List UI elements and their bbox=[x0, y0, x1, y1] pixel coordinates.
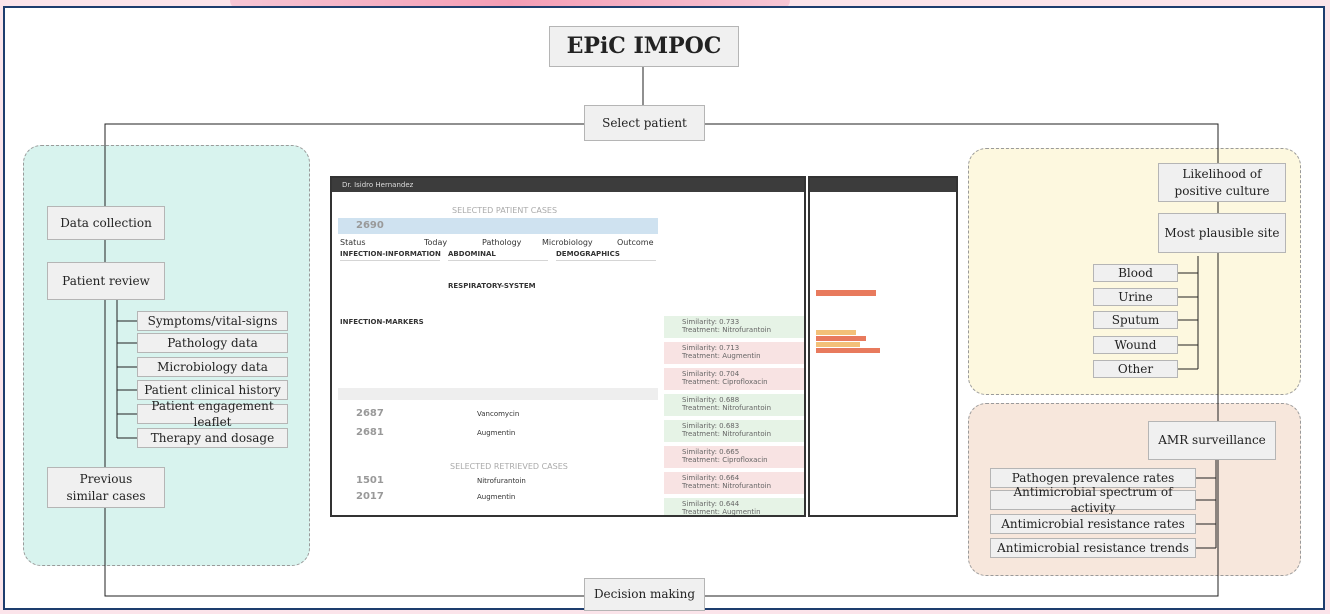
tab-microbiology: Microbiology bbox=[542, 238, 593, 247]
site-sputum: Sputum bbox=[1093, 311, 1178, 329]
retrieved-header: SELECTED RETRIEVED CASES bbox=[450, 462, 568, 471]
site-blood: Blood bbox=[1093, 264, 1178, 282]
treatment: Treatment: Augmentin bbox=[682, 508, 761, 516]
similarity: Similarity: 0.704 bbox=[682, 370, 740, 378]
case-id: 2681 bbox=[356, 427, 384, 438]
search-bar bbox=[338, 388, 658, 400]
bar-mark bbox=[816, 336, 866, 341]
similarity: Similarity: 0.644 bbox=[682, 500, 740, 508]
case-drug: Augmentin bbox=[477, 429, 516, 437]
review-item-pathology: Pathology data bbox=[137, 333, 288, 353]
treatment: Treatment: Ciprofloxacin bbox=[682, 456, 768, 464]
similarity: Similarity: 0.664 bbox=[682, 474, 740, 482]
tab-status: Status bbox=[340, 238, 366, 247]
divider bbox=[556, 260, 656, 261]
treatment: Treatment: Nitrofurantoin bbox=[682, 326, 772, 334]
site-other: Other bbox=[1093, 360, 1178, 378]
divider bbox=[448, 260, 548, 261]
demographics-label: DEMOGRAPHICS bbox=[556, 250, 620, 258]
previous-cases-box: Previous similar cases bbox=[47, 467, 165, 508]
treatment: Treatment: Augmentin bbox=[682, 352, 761, 360]
treatment: Treatment: Nitrofurantoin bbox=[682, 404, 772, 412]
similarity: Similarity: 0.665 bbox=[682, 448, 740, 456]
app-user-name: Dr. Isidro Hernandez bbox=[342, 181, 414, 189]
data-collection-box: Data collection bbox=[47, 206, 165, 240]
review-item-symptoms: Symptoms/vital-signs bbox=[137, 311, 288, 331]
patient-band bbox=[338, 218, 658, 234]
patient-id: 2690 bbox=[356, 220, 384, 231]
review-item-leaflet: Patient engagement leaflet bbox=[137, 399, 288, 429]
app-screenshot-side bbox=[808, 176, 958, 517]
app-header-bar bbox=[810, 178, 956, 192]
abdominal-label: ABDOMINAL bbox=[448, 250, 496, 258]
respiratory-label: RESPIRATORY-SYSTEM bbox=[448, 282, 536, 290]
similarity: Similarity: 0.713 bbox=[682, 344, 740, 352]
tab-today: Today bbox=[424, 238, 448, 247]
infection-info-label: INFECTION-INFORMATION bbox=[340, 250, 441, 258]
title-box: EPiC IMPOC bbox=[549, 26, 739, 67]
retrieved-drug: Augmentin bbox=[477, 493, 516, 501]
amr-item-spectrum: Antimicrobial spectrum of activity bbox=[990, 485, 1196, 515]
amr-item-resistance-trends: Antimicrobial resistance trends bbox=[990, 538, 1196, 558]
review-item-therapy: Therapy and dosage bbox=[137, 428, 288, 448]
site-wound: Wound bbox=[1093, 336, 1178, 354]
retrieved-drug: Nitrofurantoin bbox=[477, 477, 526, 485]
plausible-site-box: Most plausible site bbox=[1158, 213, 1286, 253]
retrieved-id: 2017 bbox=[356, 491, 384, 502]
select-patient-box: Select patient bbox=[584, 105, 705, 141]
amr-item-resistance-rates: Antimicrobial resistance rates bbox=[990, 514, 1196, 534]
app-screenshot-main: Dr. Isidro Hernandez SELECTED PATIENT CA… bbox=[330, 176, 806, 517]
case-id: 2687 bbox=[356, 408, 384, 419]
treatment: Treatment: Nitrofurantoin bbox=[682, 482, 772, 490]
similarity: Similarity: 0.688 bbox=[682, 396, 740, 404]
bar-mark bbox=[816, 348, 880, 353]
similarity: Similarity: 0.683 bbox=[682, 422, 740, 430]
bar-mark bbox=[816, 342, 860, 347]
case-drug: Vancomycin bbox=[477, 410, 520, 418]
bar-mark bbox=[816, 290, 876, 296]
decision-making-box: Decision making bbox=[584, 578, 705, 611]
amr-surveillance-box: AMR surveillance bbox=[1148, 421, 1276, 460]
treatment: Treatment: Nitrofurantoin bbox=[682, 430, 772, 438]
patient-review-box: Patient review bbox=[47, 262, 165, 300]
infection-markers-label: INFECTION-MARKERS bbox=[340, 318, 424, 326]
review-item-microbiology: Microbiology data bbox=[137, 357, 288, 377]
divider bbox=[340, 260, 440, 261]
tab-pathology: Pathology bbox=[482, 238, 522, 247]
similarity: Similarity: 0.733 bbox=[682, 318, 740, 326]
treatment: Treatment: Ciprofloxacin bbox=[682, 378, 768, 386]
site-urine: Urine bbox=[1093, 288, 1178, 306]
bar-mark bbox=[816, 330, 856, 335]
tab-outcome: Outcome bbox=[617, 238, 654, 247]
selected-patient-header: SELECTED PATIENT CASES bbox=[452, 206, 558, 215]
likelihood-box: Likelihood of positive culture bbox=[1158, 163, 1286, 202]
retrieved-id: 1501 bbox=[356, 475, 384, 486]
